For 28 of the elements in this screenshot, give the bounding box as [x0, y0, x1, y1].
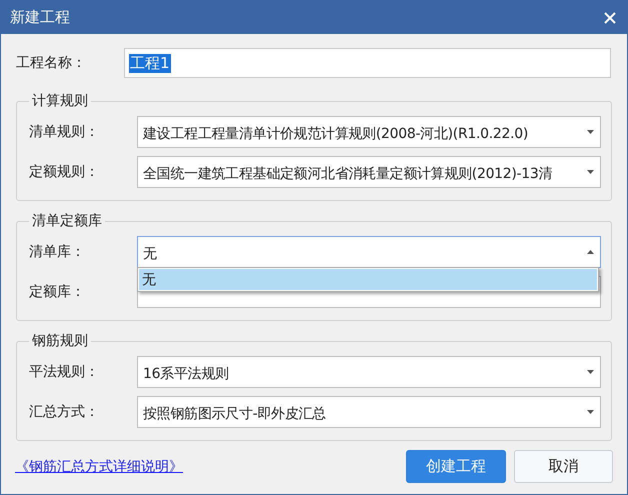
dropdown-option[interactable]: 无 — [139, 269, 597, 290]
caret-icon[interactable] — [587, 250, 594, 254]
dropdown-field[interactable]: 16系平法规则 — [137, 356, 601, 388]
field-label: 清单规则： — [29, 123, 100, 141]
help-link[interactable]: 《钢筋汇总方式详细说明》 — [15, 458, 398, 476]
group-title: 计算规则 — [29, 92, 91, 110]
close-button[interactable] — [603, 10, 617, 24]
field-value: 工程1 — [129, 54, 171, 72]
input-field[interactable]: 工程1 — [124, 48, 611, 78]
dropdown-field[interactable]: 无 — [137, 236, 601, 268]
dropdown-field[interactable]: 按照钢筋图示尺寸-即外皮汇总 — [137, 396, 601, 428]
group-title: 钢筋规则 — [29, 332, 91, 350]
dropdown-field[interactable]: 建设工程工程量清单计价规范计算规则(2008-河北)(R1.0.22.0) — [137, 116, 601, 148]
field-label: 定额规则： — [29, 163, 100, 181]
window-title: 新建工程 — [10, 8, 70, 27]
group-title: 清单定额库 — [29, 212, 105, 230]
field-label: 汇总方式： — [29, 403, 100, 421]
dropdown-field[interactable]: 全国统一建筑工程基础定额河北省消耗量定额计算规则(2012)-13清 — [137, 156, 601, 188]
field-label: 平法规则： — [29, 363, 100, 381]
create-button[interactable]: 创建工程 — [406, 450, 506, 483]
cancel-button[interactable]: 取消 — [514, 450, 613, 483]
caret-icon[interactable] — [587, 370, 594, 374]
caret-icon[interactable] — [587, 130, 594, 134]
field-label: 定额库： — [29, 283, 86, 301]
field-label: 工程名称： — [15, 54, 87, 72]
caret-icon[interactable] — [587, 410, 594, 414]
caret-icon[interactable] — [587, 170, 594, 174]
field-label: 清单库： — [29, 243, 86, 261]
